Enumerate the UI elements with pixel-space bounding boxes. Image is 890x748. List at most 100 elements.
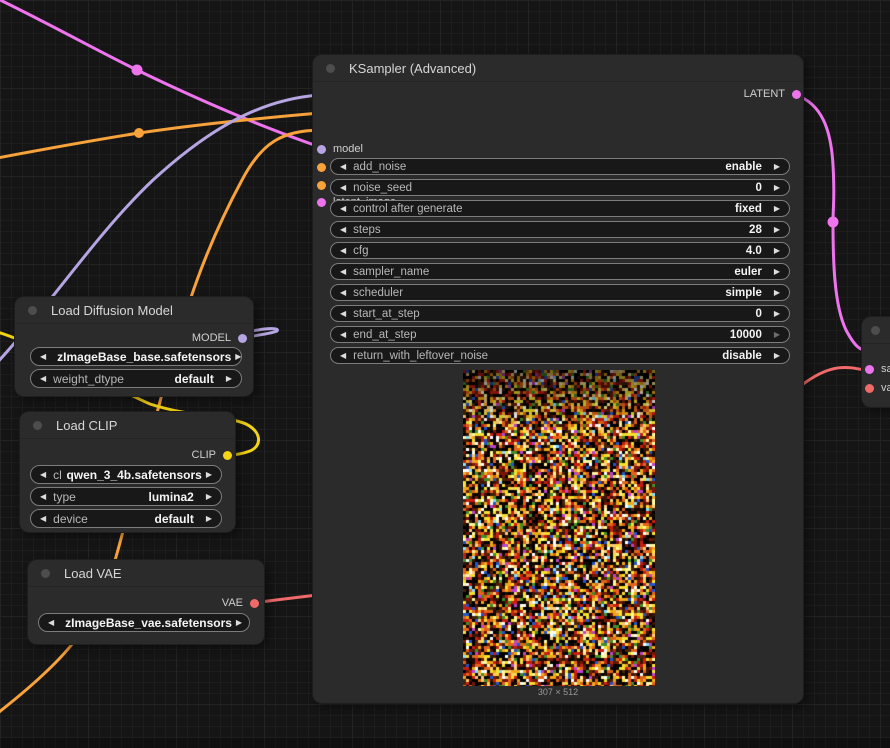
increment-arrow-icon[interactable]: ▶ [206,470,212,479]
ldm-titlebar[interactable]: Load Diffusion Model [15,297,253,324]
increment-arrow-icon[interactable]: ▶ [235,352,241,361]
vae-titlebar[interactable]: Load VAE [28,560,264,587]
vae-output-dot[interactable] [250,599,259,608]
output-port-model[interactable]: MODEL [192,332,247,344]
partial-titlebar[interactable]: V [862,317,890,344]
increment-arrow-icon[interactable]: ▶ [774,204,780,213]
model-port-dot[interactable] [317,145,326,154]
widget-value: 0 [755,182,761,194]
clip-titlebar[interactable]: Load CLIP [20,412,235,439]
collapse-dot-icon[interactable] [33,421,42,430]
decrement-arrow-icon[interactable]: ◀ [340,183,346,192]
output-port-clip[interactable]: CLIP [192,449,232,461]
widget-name: cfg [353,245,368,257]
increment-arrow-icon[interactable]: ▶ [774,246,780,255]
increment-arrow-icon[interactable]: ▶ [206,514,212,523]
widget-noise-seed[interactable]: ◀ noise_seed 0 ▶ [330,179,790,196]
decrement-arrow-icon[interactable]: ◀ [340,267,346,276]
increment-arrow-icon[interactable]: ▶ [774,162,780,171]
decrement-arrow-icon[interactable]: ◀ [340,288,346,297]
wire-positive [0,113,320,159]
widget-add-noise[interactable]: ◀ add_noise enable ▶ [330,158,790,175]
widget-steps[interactable]: ◀ steps 28 ▶ [330,221,790,238]
ksampler-widgets: ◀ add_noise enable ▶ ◀ noise_seed 0 ▶ ◀ … [330,158,790,368]
decrement-arrow-icon[interactable]: ◀ [340,162,346,171]
widget-name: weight_dtype [53,372,124,386]
increment-arrow-icon[interactable]: ▶ [774,183,780,192]
collapse-dot-icon[interactable] [871,326,880,335]
widget-value: lumina2 [148,490,193,504]
decrement-arrow-icon[interactable]: ◀ [48,618,54,627]
ksampler-titlebar[interactable]: KSampler (Advanced) [313,55,803,82]
widget-weight-dtype[interactable]: ◀ weight_dtype default ▶ [30,369,242,388]
clip-output-dot[interactable] [223,451,232,460]
latent-image-port-dot[interactable] [317,198,326,207]
decrement-arrow-icon[interactable]: ◀ [340,309,346,318]
port-label: sa [881,363,890,375]
node-ksampler-advanced[interactable]: KSampler (Advanced) model positive negat… [313,55,803,703]
collapse-dot-icon[interactable] [28,306,37,315]
input-port-vae[interactable]: va [865,382,890,394]
widget-device[interactable]: ◀ device default ▶ [30,509,222,528]
widget-name: control after generate [353,203,462,215]
widget-start-at-step[interactable]: ◀ start_at_step 0 ▶ [330,305,790,322]
decrement-arrow-icon[interactable]: ◀ [340,225,346,234]
decrement-arrow-icon[interactable]: ◀ [340,246,346,255]
increment-arrow-icon[interactable]: ▶ [774,330,780,339]
decrement-arrow-icon[interactable]: ◀ [340,330,346,339]
widget-name: steps [353,224,381,236]
decrement-arrow-icon[interactable]: ◀ [40,352,46,361]
increment-arrow-icon[interactable]: ▶ [774,351,780,360]
comfyui-canvas[interactable]: { "colors": { "model": "#b6a5e2", "condi… [0,0,890,748]
node-vae-decode-partial[interactable]: V sa va [862,317,890,407]
node-load-clip[interactable]: Load CLIP CLIP ◀ cli ... qwen_3_4b.safet… [20,412,235,532]
node-load-vae[interactable]: Load VAE VAE ◀ v ... zImageBase_vae.safe… [28,560,264,644]
increment-arrow-icon[interactable]: ▶ [774,288,780,297]
widget-return-with-leftover-noise[interactable]: ◀ return_with_leftover_noise disable ▶ [330,347,790,364]
increment-arrow-icon[interactable]: ▶ [206,492,212,501]
input-port-model[interactable]: model [317,143,363,155]
increment-arrow-icon[interactable]: ▶ [236,618,242,627]
widget-sampler-name[interactable]: ◀ sampler_name euler ▶ [330,263,790,280]
widget-vae-name[interactable]: ◀ v ... zImageBase_vae.safetensors ▶ [38,613,250,632]
decrement-arrow-icon[interactable]: ◀ [40,514,46,523]
widget-clip-name[interactable]: ◀ cli ... qwen_3_4b.safetensors ▶ [30,465,222,484]
widget-control-after-generate[interactable]: ◀ control after generate fixed ▶ [330,200,790,217]
widget-cfg[interactable]: ◀ cfg 4.0 ▶ [330,242,790,259]
decrement-arrow-icon[interactable]: ◀ [340,351,346,360]
latent-output-dot[interactable] [792,90,801,99]
vae-port-dot[interactable] [865,384,874,393]
reroute-dot-positive[interactable] [134,128,144,138]
increment-arrow-icon[interactable]: ▶ [774,309,780,318]
increment-arrow-icon[interactable]: ▶ [226,374,232,383]
widget-value: disable [722,350,762,362]
increment-arrow-icon[interactable]: ▶ [774,225,780,234]
output-port-vae[interactable]: VAE [222,597,259,609]
widget-type[interactable]: ◀ type lumina2 ▶ [30,487,222,506]
samples-port-dot[interactable] [865,365,874,374]
widget-value: simple [725,287,761,299]
widget-name: sampler_name [353,266,429,278]
widget-end-at-step[interactable]: ◀ end_at_step 10000 ▶ [330,326,790,343]
widget-value: zImageBase_base.safetensors [57,350,231,364]
output-port-latent[interactable]: LATENT [744,88,801,100]
input-port-samples[interactable]: sa [865,363,890,375]
widget-value: 4.0 [746,245,762,257]
collapse-dot-icon[interactable] [326,64,335,73]
increment-arrow-icon[interactable]: ▶ [774,267,780,276]
decrement-arrow-icon[interactable]: ◀ [40,470,46,479]
reroute-dot-latent-out[interactable] [828,217,839,228]
node-load-diffusion-model[interactable]: Load Diffusion Model MODEL ◀ .. zImageBa… [15,297,253,396]
negative-port-dot[interactable] [317,181,326,190]
collapse-dot-icon[interactable] [41,569,50,578]
widget-unet-name[interactable]: ◀ .. zImageBase_base.safetensors ▶ [30,347,242,366]
decrement-arrow-icon[interactable]: ◀ [40,492,46,501]
widget-name: scheduler [353,287,403,299]
model-output-dot[interactable] [238,334,247,343]
reroute-dot-latent[interactable] [132,65,143,76]
widget-scheduler[interactable]: ◀ scheduler simple ▶ [330,284,790,301]
decrement-arrow-icon[interactable]: ◀ [340,204,346,213]
decrement-arrow-icon[interactable]: ◀ [40,374,46,383]
widget-name: start_at_step [353,308,419,320]
positive-port-dot[interactable] [317,163,326,172]
